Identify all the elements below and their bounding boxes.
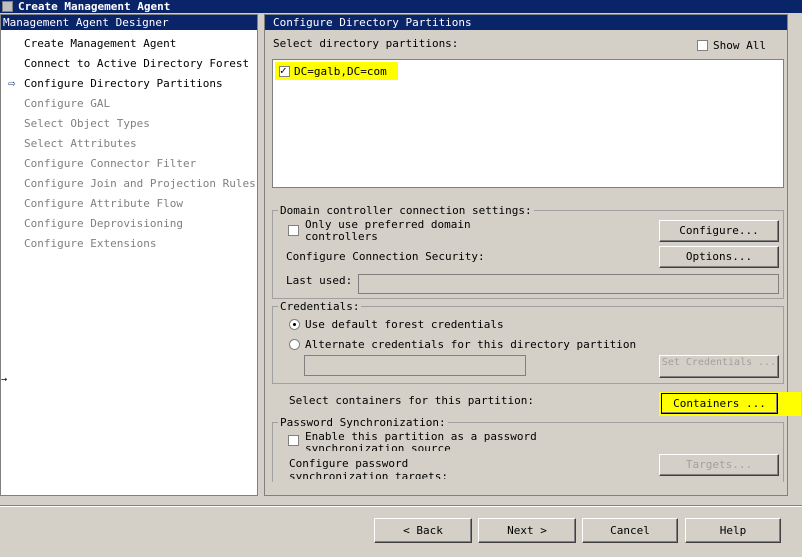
default-credentials-radio[interactable]: [289, 319, 300, 330]
partition-label[interactable]: DC=galb,DC=com: [294, 65, 387, 78]
window-title: Create Management Agent: [18, 0, 171, 13]
default-credentials-label[interactable]: Use default forest credentials: [305, 318, 504, 331]
enable-pw-sync-checkbox[interactable]: [288, 435, 299, 446]
nav-item-extensions: Configure Extensions: [24, 237, 157, 250]
last-used-label: Last used:: [286, 274, 353, 287]
options-button[interactable]: Options...: [659, 246, 779, 268]
connection-security-label: Configure Connection Security:: [286, 250, 485, 263]
password-sync-legend: Password Synchronization:: [278, 416, 448, 429]
nav-item-deprovisioning: Configure Deprovisioning: [24, 217, 183, 230]
current-step-arrow-icon: ⇨: [8, 76, 16, 90]
last-used-field: [358, 274, 779, 294]
content-header: Configure Directory Partitions: [265, 15, 787, 30]
alternate-credentials-radio[interactable]: [289, 339, 300, 350]
nav-item-attribute-flow: Configure Attribute Flow: [24, 197, 183, 210]
containers-button[interactable]: Containers ...: [661, 393, 778, 414]
title-bar: Create Management Agent: [0, 0, 802, 13]
app-icon: [2, 1, 13, 12]
nav-item-object-types: Select Object Types: [24, 117, 150, 130]
nav-item-join-projection: Configure Join and Projection Rules: [24, 177, 256, 190]
dc-settings-legend: Domain controller connection settings:: [278, 204, 534, 217]
only-preferred-checkbox[interactable]: [288, 225, 299, 236]
nav-item-configure-gal: Configure GAL: [24, 97, 111, 110]
next-button[interactable]: Next >: [478, 518, 576, 543]
credentials-legend: Credentials:: [278, 300, 362, 313]
nav-item-connect-forest[interactable]: Connect to Active Directory Forest: [24, 57, 249, 70]
alternate-credentials-label[interactable]: Alternate credentials for this directory…: [305, 338, 636, 351]
pw-sync-targets-label: Configure password synchronization targe…: [289, 457, 448, 479]
select-partitions-label: Select directory partitions:: [273, 37, 459, 50]
nav-item-attributes: Select Attributes: [24, 137, 137, 150]
nav-header: Management Agent Designer: [1, 15, 257, 30]
set-credentials-button: Set Credentials ...: [659, 355, 779, 378]
help-button[interactable]: Help: [685, 518, 781, 543]
partition-checkbox[interactable]: [279, 64, 290, 77]
show-all-checkbox[interactable]: [697, 40, 708, 51]
containers-label: Select containers for this partition:: [289, 394, 535, 407]
alternate-credentials-field: [304, 355, 526, 376]
resize-cursor-icon: →: [1, 374, 8, 385]
targets-button: Targets...: [659, 454, 779, 476]
configure-button[interactable]: Configure...: [659, 220, 779, 242]
cancel-button[interactable]: Cancel: [582, 518, 678, 543]
enable-pw-sync-label[interactable]: Enable this partition as a password sync…: [305, 431, 635, 451]
footer-separator-highlight: [0, 506, 802, 507]
nav-item-configure-partitions[interactable]: Configure Directory Partitions: [24, 77, 223, 90]
show-all-label[interactable]: Show All: [713, 39, 766, 52]
only-preferred-label[interactable]: Only use preferred domain controllers: [305, 219, 485, 243]
nav-item-create-ma[interactable]: Create Management Agent: [24, 37, 176, 50]
nav-item-connector-filter: Configure Connector Filter: [24, 157, 197, 170]
back-button[interactable]: < Back: [374, 518, 472, 543]
